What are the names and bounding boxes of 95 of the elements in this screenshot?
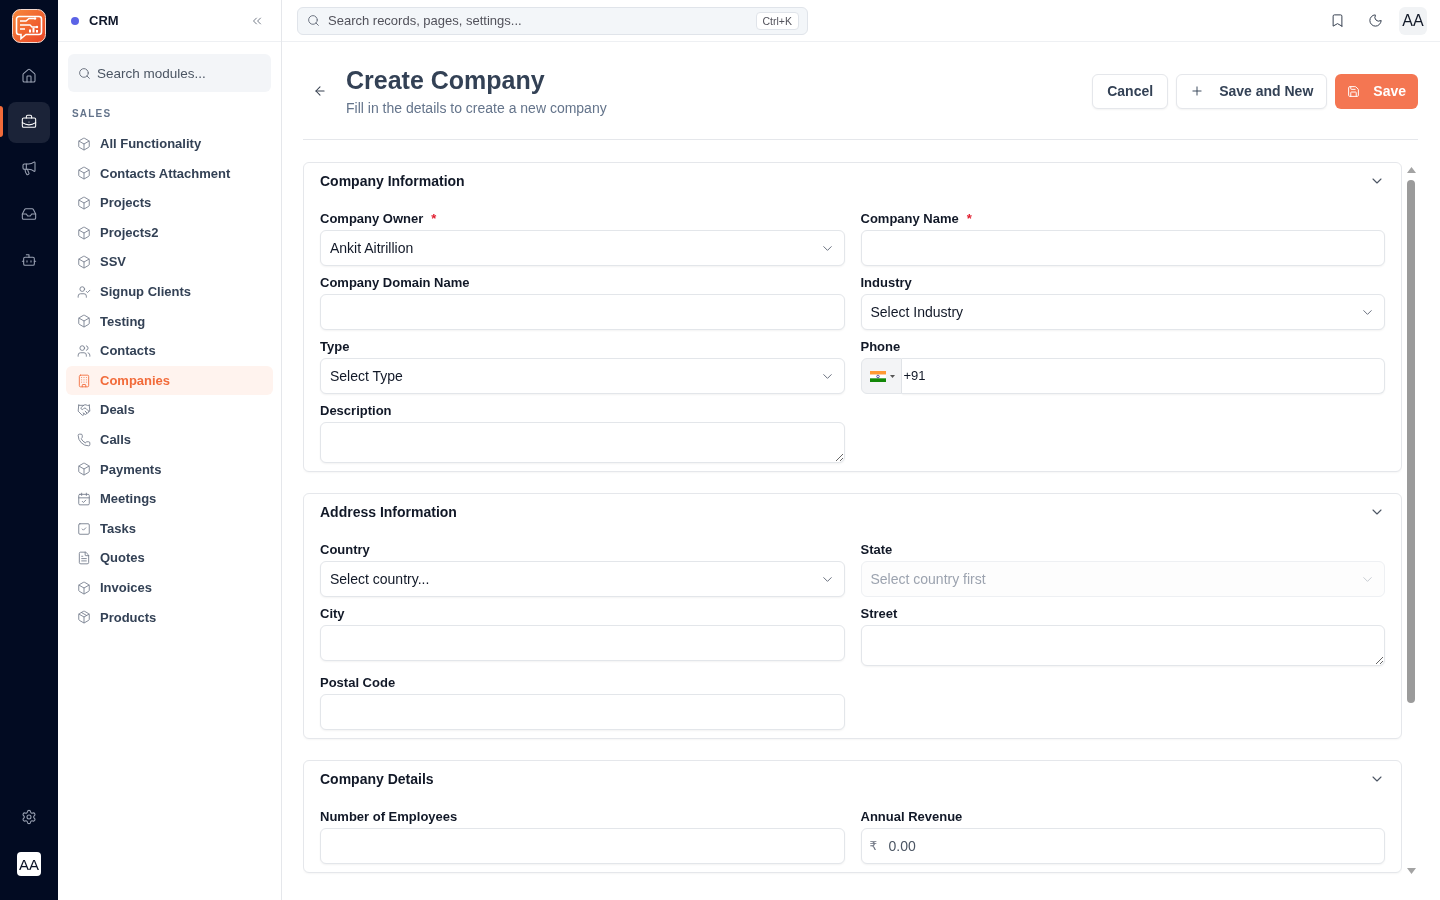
field-label: City <box>320 605 345 624</box>
required-marker: * <box>431 210 437 229</box>
field-label: Phone <box>860 338 901 357</box>
section-heading: SALES <box>72 107 113 121</box>
text-input[interactable] <box>320 294 845 330</box>
rail-nav-button[interactable] <box>8 101 50 143</box>
section-title: Company Details <box>320 769 434 789</box>
field-label: Type <box>320 338 350 357</box>
field-label: Annual Revenue <box>860 808 963 827</box>
phone-icon <box>77 432 91 447</box>
sidebar-item[interactable]: Testing <box>66 306 273 337</box>
save-and-new-button[interactable]: Save and New <box>1176 73 1328 109</box>
sidebar-item[interactable]: Meetings <box>66 484 273 514</box>
document-icon <box>77 551 91 566</box>
select-field[interactable]: Select Type <box>320 358 845 394</box>
textarea-field[interactable] <box>860 625 1385 666</box>
cube-icon <box>77 462 91 477</box>
country-code-picker[interactable] <box>860 358 902 394</box>
handshake-icon <box>77 403 91 418</box>
bookmark-icon <box>1329 13 1345 28</box>
text-input[interactable] <box>860 230 1385 266</box>
india-flag-icon <box>869 370 886 382</box>
field-label: Description <box>320 402 392 421</box>
logo-icon <box>12 9 46 43</box>
required-marker: * <box>966 210 972 229</box>
user-avatar[interactable]: AA <box>1399 6 1427 35</box>
cube-icon <box>77 166 91 181</box>
text-input[interactable] <box>320 694 845 730</box>
module-search-field[interactable]: Search modules... <box>68 54 271 92</box>
field-label: Company Name <box>860 210 959 229</box>
sidebar-item[interactable]: All Functionality <box>66 129 273 159</box>
text-input[interactable] <box>320 828 845 864</box>
sidebar-item[interactable]: Projects <box>66 188 273 218</box>
select-field[interactable]: Ankit Aitrillion <box>320 230 845 266</box>
cube-icon <box>77 255 91 270</box>
field-label: State <box>860 541 893 560</box>
calendar-check-icon <box>77 491 91 506</box>
app-title: CRM <box>89 11 119 30</box>
sidebar-item[interactable]: Contacts <box>66 336 273 366</box>
section-title: Address Information <box>320 502 457 522</box>
scroll-thumb[interactable] <box>1407 180 1415 703</box>
page-subtitle: Fill in the details to create a new company <box>346 99 607 118</box>
inbox-icon <box>21 206 37 222</box>
sidebar-item[interactable]: Payments <box>66 454 273 485</box>
plus-icon <box>1190 84 1205 98</box>
field-label: Company Domain Name <box>320 274 470 293</box>
sidebar-item[interactable]: Contacts Attachment <box>66 158 273 189</box>
briefcase-icon <box>21 114 37 130</box>
field-label: Country <box>320 541 370 560</box>
cube-icon <box>77 196 91 210</box>
phone-input[interactable]: +91 <box>901 358 1385 394</box>
sidebar-item[interactable]: Tasks <box>66 513 273 544</box>
select-field[interactable]: Select country... <box>320 561 845 597</box>
save-icon <box>1347 84 1361 98</box>
field-label: Street <box>860 605 898 624</box>
caret-icon <box>889 374 895 378</box>
building-icon <box>77 373 91 388</box>
scroll-up-icon <box>1406 167 1416 173</box>
field-label: Postal Code <box>320 674 396 693</box>
cancel-button[interactable]: Cancel <box>1092 73 1169 109</box>
sidebar-item[interactable]: Signup Clients <box>66 276 273 307</box>
field-label: Number of Employees <box>320 808 458 827</box>
megaphone-icon <box>21 160 37 176</box>
user-check-icon <box>77 284 91 299</box>
cube-icon <box>77 580 91 595</box>
sidebar-item[interactable]: SSV <box>66 247 273 277</box>
package-icon <box>77 610 91 625</box>
field-label: Industry <box>860 274 912 293</box>
sidebar-item[interactable]: Quotes <box>66 543 273 573</box>
field-label: Company Owner <box>320 210 424 229</box>
user-avatar[interactable]: AA <box>17 852 41 876</box>
select-field[interactable]: Select Industry <box>860 294 1385 330</box>
active-indicator <box>0 106 3 137</box>
currency-symbol: ₹ <box>869 838 878 854</box>
checkbox-icon <box>77 521 91 536</box>
cube-icon <box>77 225 91 240</box>
sidebar-item[interactable]: Projects2 <box>66 217 273 248</box>
house-icon <box>21 68 37 84</box>
users-icon <box>77 343 91 358</box>
scroll-down-icon <box>1406 868 1416 874</box>
sidebar-item[interactable]: Deals <box>66 395 273 425</box>
search-icon <box>78 66 91 80</box>
sidebar-item[interactable]: Invoices <box>66 572 273 603</box>
section-title: Company Information <box>320 171 465 191</box>
moon-icon <box>1367 13 1383 28</box>
cube-icon <box>77 136 91 151</box>
search-icon <box>307 14 320 27</box>
textarea-field[interactable] <box>320 422 845 463</box>
page-title: Create Company <box>346 65 546 96</box>
settings-icon <box>21 809 37 825</box>
sidebar-item[interactable]: Calls <box>66 424 273 455</box>
cube-icon <box>77 314 91 329</box>
sidebar-item[interactable]: Products <box>66 602 273 633</box>
robot-icon <box>21 252 37 268</box>
text-input[interactable] <box>320 625 845 661</box>
